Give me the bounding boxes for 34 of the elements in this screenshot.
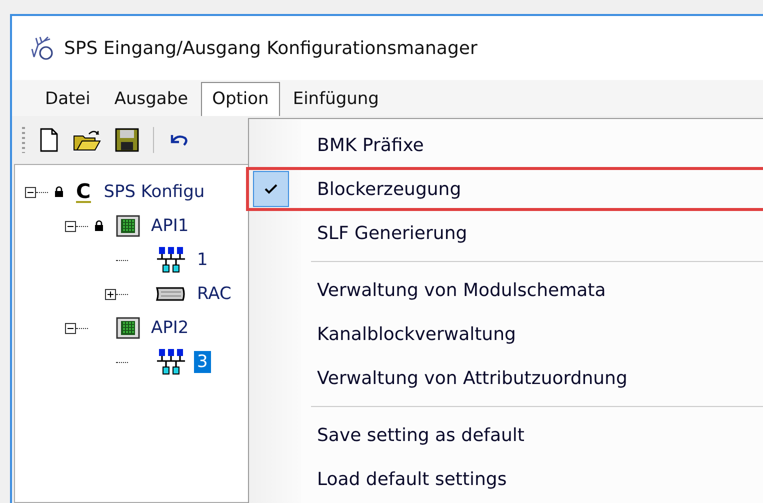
tree-item-label[interactable]: 3	[194, 351, 211, 373]
menu-item[interactable]: Option	[201, 82, 280, 116]
tree-item-label[interactable]: 1	[194, 249, 211, 271]
rack-icon	[156, 285, 186, 303]
menu-option[interactable]: BMK Präfixe	[246, 123, 763, 167]
tree-item-label[interactable]: SPS Konfigu	[100, 181, 208, 203]
tree-item-label[interactable]: API2	[148, 317, 192, 339]
menu-option[interactable]: SLF Generierung	[246, 211, 763, 255]
expander-icon[interactable]	[25, 186, 36, 198]
expander-icon[interactable]	[105, 288, 116, 300]
menu-item[interactable]: Einfügung	[282, 82, 390, 116]
open-folder-icon[interactable]	[73, 128, 101, 152]
window-title: SPS Eingang/Ausgang Konfigurationsmanager	[64, 38, 478, 58]
module-icon	[116, 215, 140, 237]
new-document-icon[interactable]	[39, 128, 59, 152]
expander-icon[interactable]	[65, 220, 76, 232]
menu-item[interactable]: Datei	[34, 82, 102, 116]
expander-icon[interactable]	[65, 322, 76, 334]
menu-option[interactable]: Blockerzeugung	[246, 167, 763, 211]
undo-icon[interactable]	[168, 132, 190, 148]
app-icon	[30, 35, 56, 61]
toolbar-grip[interactable]	[22, 127, 25, 153]
menu-item[interactable]: Ausgabe	[103, 82, 200, 116]
network-icon	[156, 246, 186, 274]
menu-option[interactable]: Save setting as default	[246, 413, 763, 457]
tree-item-label[interactable]: RAC	[194, 283, 234, 305]
menu-option[interactable]: Load default settings	[246, 457, 763, 501]
menu-option[interactable]: Verwaltung von Attributzuordnung	[246, 356, 763, 400]
network-icon	[156, 348, 186, 376]
tree-item-label[interactable]: API1	[148, 215, 192, 237]
menu-option[interactable]: Verwaltung von Modulschemata	[246, 268, 763, 312]
menu-option[interactable]: Kanalblockverwaltung	[246, 312, 763, 356]
save-icon[interactable]	[115, 128, 139, 152]
module-icon	[116, 317, 140, 339]
